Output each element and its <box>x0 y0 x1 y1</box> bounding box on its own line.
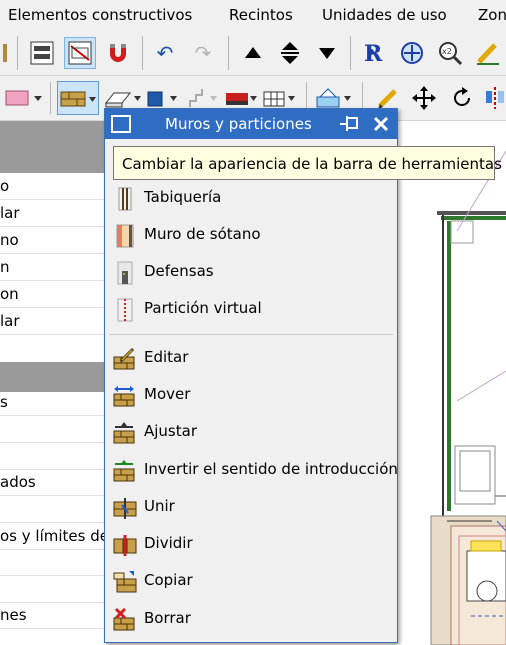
editar-button[interactable]: Editar <box>105 341 397 375</box>
left-panel: o lar no n on lar s ados os y límites de… <box>0 121 106 645</box>
menu-bar: Elementos constructivos Recintos Unidade… <box>0 0 506 31</box>
level-up-icon[interactable] <box>240 40 266 66</box>
item-label: Mover <box>144 385 191 403</box>
toolbar-edge-icon[interactable] <box>0 40 10 66</box>
particion-virtual-icon <box>117 298 133 322</box>
zoom-x2-icon[interactable]: x2 <box>436 39 464 67</box>
magnet-icon[interactable] <box>104 39 132 67</box>
toolbar-separator <box>142 36 143 70</box>
mover-button[interactable]: Mover <box>105 378 397 412</box>
tooltip: Cambiar la apariencia de la barra de her… <box>113 146 502 180</box>
item-label: Borrar <box>144 609 191 627</box>
copiar-button[interactable]: Copiar <box>105 564 397 598</box>
left-panel-row[interactable]: lar <box>0 200 106 227</box>
muro-sotano-button[interactable]: Muro de sótano <box>105 218 397 252</box>
item-label: Invertir el sentido de introducción <box>144 460 398 478</box>
item-label: Tabiquería <box>144 188 222 206</box>
left-panel-row[interactable] <box>0 496 106 523</box>
left-panel-row[interactable]: o <box>0 173 106 200</box>
left-panel-row[interactable] <box>0 443 106 470</box>
mirror-icon[interactable] <box>484 84 506 112</box>
pencil-icon[interactable] <box>474 39 502 67</box>
left-panel-row[interactable]: os y límites de <box>0 523 106 550</box>
walls-partitions-button[interactable] <box>57 81 99 115</box>
move-icon[interactable] <box>410 84 438 112</box>
left-panel-row[interactable]: n <box>0 254 106 281</box>
borrar-icon <box>113 608 135 631</box>
tabiqueria-icon <box>118 187 132 211</box>
level-select-icon[interactable] <box>277 40 303 66</box>
tabiqueria-button[interactable]: Tabiquería <box>105 181 397 215</box>
menu-elementos-constructivos[interactable]: Elementos constructivos <box>8 6 192 24</box>
svg-text:x2: x2 <box>442 47 452 56</box>
toolbar-separator <box>350 36 351 70</box>
redo-icon[interactable]: ↷ <box>190 40 216 66</box>
left-panel-row[interactable] <box>0 576 106 603</box>
left-panel-header <box>0 121 106 173</box>
zoom-extents-icon[interactable] <box>398 39 426 67</box>
ajustar-icon <box>113 422 135 444</box>
left-panel-row[interactable]: s <box>0 389 106 416</box>
invertir-button[interactable]: Invertir el sentido de introducción <box>105 453 398 487</box>
borrar-button[interactable]: Borrar <box>105 602 397 636</box>
left-panel-header <box>0 362 106 392</box>
menu-divider <box>109 334 393 335</box>
left-panel-row[interactable]: nes <box>0 602 106 629</box>
editar-icon <box>113 347 135 370</box>
floating-toolbar-title: Muros y particiones <box>165 115 312 133</box>
defensas-icon <box>117 261 133 285</box>
defensas-button[interactable]: Defensas <box>105 255 397 289</box>
menu-recintos[interactable]: Recintos <box>229 6 293 24</box>
walls-partitions-floating-toolbar: Muros y particiones Tabiquería Muro de s… <box>104 108 398 643</box>
item-label: Unir <box>144 497 175 515</box>
invertir-icon <box>113 460 135 482</box>
toolbar-separator <box>17 36 18 70</box>
undo-icon[interactable]: ↶ <box>152 40 178 66</box>
fill-color-icon[interactable] <box>4 84 44 112</box>
mover-icon <box>113 386 135 407</box>
unir-button[interactable]: Unir <box>105 490 397 524</box>
item-label: Partición virtual <box>144 299 262 317</box>
left-panel-row[interactable]: on <box>0 281 106 308</box>
dividir-icon <box>113 535 137 556</box>
copiar-icon <box>113 571 137 593</box>
left-panel-row[interactable]: lar <box>0 308 106 335</box>
menu-unidades-de-uso[interactable]: Unidades de uso <box>322 6 447 24</box>
dxf-view-icon[interactable] <box>64 37 96 69</box>
main-toolbar: ↶ ↷ R x2 <box>0 30 506 76</box>
muro-sotano-icon <box>116 224 134 248</box>
ajustar-button[interactable]: Ajustar <box>105 415 397 449</box>
dock-pin-icon[interactable] <box>337 114 361 134</box>
unir-icon <box>113 498 137 519</box>
item-label: Ajustar <box>144 422 197 440</box>
floating-toolbar-titlebar[interactable]: Muros y particiones <box>105 109 397 139</box>
floor-plan-drawing <box>430 150 506 645</box>
toolbar-separator <box>50 82 51 114</box>
item-label: Dividir <box>144 534 193 552</box>
menu-zonas[interactable]: Zon <box>478 6 506 24</box>
item-label: Defensas <box>144 262 214 280</box>
close-icon[interactable] <box>371 114 391 134</box>
item-label: Editar <box>144 348 189 366</box>
drawing-canvas[interactable] <box>397 121 506 645</box>
particion-virtual-button[interactable]: Partición virtual <box>105 292 397 326</box>
level-down-icon[interactable] <box>314 40 340 66</box>
left-panel-row[interactable]: no <box>0 227 106 254</box>
left-panel-row[interactable]: ados <box>0 469 106 496</box>
toolbar-separator <box>228 36 229 70</box>
left-panel-row[interactable] <box>0 549 106 576</box>
dxf-import-icon[interactable] <box>28 39 56 67</box>
window-icon[interactable] <box>111 115 131 133</box>
reference-icon[interactable]: R <box>360 39 388 67</box>
item-label: Copiar <box>144 571 193 589</box>
rotate-icon[interactable] <box>448 84 476 112</box>
item-label: Muro de sótano <box>144 225 261 243</box>
left-panel-row[interactable] <box>0 416 106 443</box>
dividir-button[interactable]: Dividir <box>105 527 397 561</box>
